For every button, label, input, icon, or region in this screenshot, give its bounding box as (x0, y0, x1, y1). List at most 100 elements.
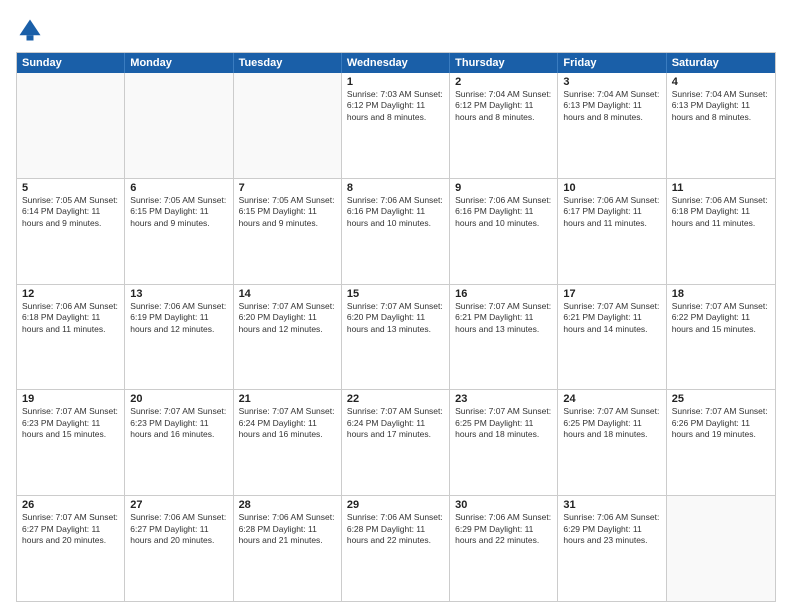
day-number: 18 (672, 288, 770, 300)
header-day-wednesday: Wednesday (342, 53, 450, 73)
calendar-header: SundayMondayTuesdayWednesdayThursdayFrid… (17, 53, 775, 73)
calendar-cell: 30Sunrise: 7:06 AM Sunset: 6:29 PM Dayli… (450, 496, 558, 601)
calendar-cell (17, 73, 125, 178)
day-number: 22 (347, 393, 444, 405)
calendar-row-1: 1Sunrise: 7:03 AM Sunset: 6:12 PM Daylig… (17, 73, 775, 178)
day-info: Sunrise: 7:07 AM Sunset: 6:26 PM Dayligh… (672, 406, 770, 440)
day-info: Sunrise: 7:07 AM Sunset: 6:23 PM Dayligh… (22, 406, 119, 440)
header-day-monday: Monday (125, 53, 233, 73)
day-number: 28 (239, 499, 336, 511)
header-day-tuesday: Tuesday (234, 53, 342, 73)
calendar-cell: 15Sunrise: 7:07 AM Sunset: 6:20 PM Dayli… (342, 285, 450, 390)
calendar-cell: 24Sunrise: 7:07 AM Sunset: 6:25 PM Dayli… (558, 390, 666, 495)
day-info: Sunrise: 7:07 AM Sunset: 6:23 PM Dayligh… (130, 406, 227, 440)
day-number: 20 (130, 393, 227, 405)
day-info: Sunrise: 7:05 AM Sunset: 6:15 PM Dayligh… (130, 195, 227, 229)
day-number: 21 (239, 393, 336, 405)
header-day-thursday: Thursday (450, 53, 558, 73)
logo-icon (16, 16, 44, 44)
day-number: 15 (347, 288, 444, 300)
day-info: Sunrise: 7:06 AM Sunset: 6:18 PM Dayligh… (672, 195, 770, 229)
calendar-cell: 29Sunrise: 7:06 AM Sunset: 6:28 PM Dayli… (342, 496, 450, 601)
day-number: 19 (22, 393, 119, 405)
day-info: Sunrise: 7:05 AM Sunset: 6:14 PM Dayligh… (22, 195, 119, 229)
calendar-cell: 3Sunrise: 7:04 AM Sunset: 6:13 PM Daylig… (558, 73, 666, 178)
header (16, 16, 776, 44)
calendar-cell: 22Sunrise: 7:07 AM Sunset: 6:24 PM Dayli… (342, 390, 450, 495)
calendar: SundayMondayTuesdayWednesdayThursdayFrid… (16, 52, 776, 602)
header-day-friday: Friday (558, 53, 666, 73)
day-number: 4 (672, 76, 770, 88)
day-number: 5 (22, 182, 119, 194)
calendar-cell: 25Sunrise: 7:07 AM Sunset: 6:26 PM Dayli… (667, 390, 775, 495)
day-number: 23 (455, 393, 552, 405)
calendar-cell: 12Sunrise: 7:06 AM Sunset: 6:18 PM Dayli… (17, 285, 125, 390)
calendar-cell: 23Sunrise: 7:07 AM Sunset: 6:25 PM Dayli… (450, 390, 558, 495)
day-number: 9 (455, 182, 552, 194)
calendar-cell: 10Sunrise: 7:06 AM Sunset: 6:17 PM Dayli… (558, 179, 666, 284)
day-info: Sunrise: 7:07 AM Sunset: 6:21 PM Dayligh… (563, 301, 660, 335)
calendar-row-2: 5Sunrise: 7:05 AM Sunset: 6:14 PM Daylig… (17, 178, 775, 284)
day-number: 25 (672, 393, 770, 405)
calendar-cell: 17Sunrise: 7:07 AM Sunset: 6:21 PM Dayli… (558, 285, 666, 390)
calendar-cell: 6Sunrise: 7:05 AM Sunset: 6:15 PM Daylig… (125, 179, 233, 284)
day-number: 26 (22, 499, 119, 511)
calendar-cell (234, 73, 342, 178)
calendar-cell: 4Sunrise: 7:04 AM Sunset: 6:13 PM Daylig… (667, 73, 775, 178)
day-info: Sunrise: 7:07 AM Sunset: 6:25 PM Dayligh… (563, 406, 660, 440)
header-day-saturday: Saturday (667, 53, 775, 73)
calendar-cell: 18Sunrise: 7:07 AM Sunset: 6:22 PM Dayli… (667, 285, 775, 390)
day-number: 17 (563, 288, 660, 300)
day-number: 2 (455, 76, 552, 88)
calendar-cell: 9Sunrise: 7:06 AM Sunset: 6:16 PM Daylig… (450, 179, 558, 284)
calendar-cell: 16Sunrise: 7:07 AM Sunset: 6:21 PM Dayli… (450, 285, 558, 390)
day-info: Sunrise: 7:04 AM Sunset: 6:13 PM Dayligh… (563, 89, 660, 123)
day-info: Sunrise: 7:06 AM Sunset: 6:28 PM Dayligh… (239, 512, 336, 546)
day-info: Sunrise: 7:07 AM Sunset: 6:20 PM Dayligh… (239, 301, 336, 335)
calendar-row-5: 26Sunrise: 7:07 AM Sunset: 6:27 PM Dayli… (17, 495, 775, 601)
calendar-cell: 14Sunrise: 7:07 AM Sunset: 6:20 PM Dayli… (234, 285, 342, 390)
day-info: Sunrise: 7:06 AM Sunset: 6:18 PM Dayligh… (22, 301, 119, 335)
day-info: Sunrise: 7:07 AM Sunset: 6:22 PM Dayligh… (672, 301, 770, 335)
day-number: 29 (347, 499, 444, 511)
day-info: Sunrise: 7:07 AM Sunset: 6:25 PM Dayligh… (455, 406, 552, 440)
day-number: 12 (22, 288, 119, 300)
day-info: Sunrise: 7:05 AM Sunset: 6:15 PM Dayligh… (239, 195, 336, 229)
day-number: 14 (239, 288, 336, 300)
day-info: Sunrise: 7:06 AM Sunset: 6:28 PM Dayligh… (347, 512, 444, 546)
day-info: Sunrise: 7:06 AM Sunset: 6:19 PM Dayligh… (130, 301, 227, 335)
day-info: Sunrise: 7:06 AM Sunset: 6:27 PM Dayligh… (130, 512, 227, 546)
day-number: 11 (672, 182, 770, 194)
calendar-body: 1Sunrise: 7:03 AM Sunset: 6:12 PM Daylig… (17, 73, 775, 601)
day-number: 13 (130, 288, 227, 300)
calendar-cell: 2Sunrise: 7:04 AM Sunset: 6:12 PM Daylig… (450, 73, 558, 178)
calendar-cell (667, 496, 775, 601)
day-info: Sunrise: 7:07 AM Sunset: 6:24 PM Dayligh… (347, 406, 444, 440)
day-info: Sunrise: 7:06 AM Sunset: 6:29 PM Dayligh… (563, 512, 660, 546)
calendar-cell: 31Sunrise: 7:06 AM Sunset: 6:29 PM Dayli… (558, 496, 666, 601)
day-info: Sunrise: 7:06 AM Sunset: 6:16 PM Dayligh… (455, 195, 552, 229)
calendar-cell: 19Sunrise: 7:07 AM Sunset: 6:23 PM Dayli… (17, 390, 125, 495)
day-info: Sunrise: 7:06 AM Sunset: 6:29 PM Dayligh… (455, 512, 552, 546)
calendar-row-4: 19Sunrise: 7:07 AM Sunset: 6:23 PM Dayli… (17, 389, 775, 495)
day-number: 30 (455, 499, 552, 511)
calendar-cell: 7Sunrise: 7:05 AM Sunset: 6:15 PM Daylig… (234, 179, 342, 284)
calendar-cell (125, 73, 233, 178)
calendar-cell: 26Sunrise: 7:07 AM Sunset: 6:27 PM Dayli… (17, 496, 125, 601)
day-info: Sunrise: 7:07 AM Sunset: 6:24 PM Dayligh… (239, 406, 336, 440)
day-number: 16 (455, 288, 552, 300)
calendar-cell: 8Sunrise: 7:06 AM Sunset: 6:16 PM Daylig… (342, 179, 450, 284)
day-info: Sunrise: 7:07 AM Sunset: 6:21 PM Dayligh… (455, 301, 552, 335)
calendar-cell: 28Sunrise: 7:06 AM Sunset: 6:28 PM Dayli… (234, 496, 342, 601)
calendar-row-3: 12Sunrise: 7:06 AM Sunset: 6:18 PM Dayli… (17, 284, 775, 390)
calendar-cell: 13Sunrise: 7:06 AM Sunset: 6:19 PM Dayli… (125, 285, 233, 390)
day-number: 31 (563, 499, 660, 511)
day-info: Sunrise: 7:04 AM Sunset: 6:13 PM Dayligh… (672, 89, 770, 123)
day-number: 6 (130, 182, 227, 194)
day-number: 1 (347, 76, 444, 88)
day-number: 8 (347, 182, 444, 194)
day-number: 27 (130, 499, 227, 511)
calendar-cell: 21Sunrise: 7:07 AM Sunset: 6:24 PM Dayli… (234, 390, 342, 495)
calendar-cell: 11Sunrise: 7:06 AM Sunset: 6:18 PM Dayli… (667, 179, 775, 284)
day-info: Sunrise: 7:06 AM Sunset: 6:16 PM Dayligh… (347, 195, 444, 229)
